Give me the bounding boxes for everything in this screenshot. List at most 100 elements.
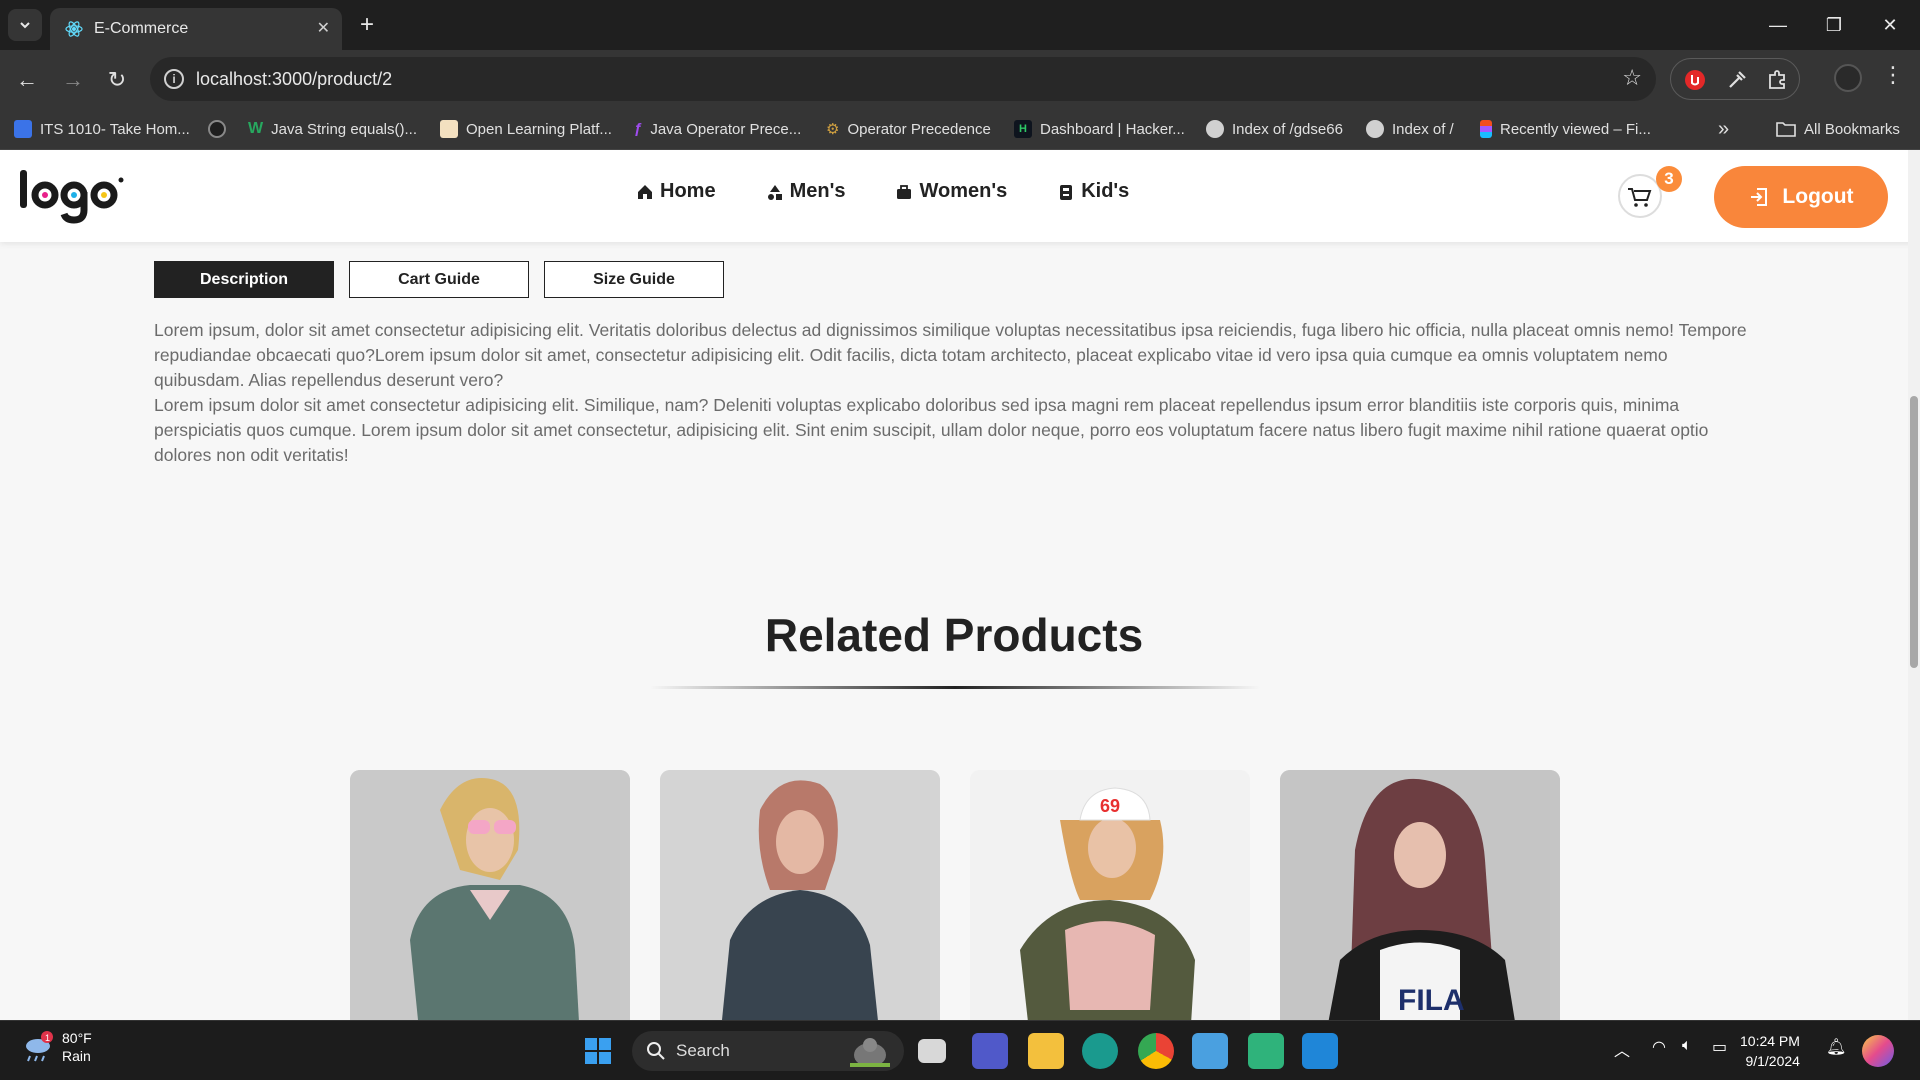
bookmark-item[interactable]: Index of / [1366, 108, 1454, 150]
product-card[interactable]: 69 [970, 770, 1250, 1020]
site-header: Home Men's Women's Kid's 3 Logout [0, 150, 1920, 242]
w3schools-icon: W [248, 120, 264, 137]
person-icon [14, 120, 32, 138]
bookmark-item[interactable]: H Dashboard | Hacker... [1014, 108, 1185, 150]
profile-avatar[interactable] [1834, 64, 1862, 92]
volume-icon[interactable]: 🔈︎ [1682, 1037, 1692, 1055]
site-info-icon[interactable]: i [164, 69, 184, 89]
bookmark-item[interactable]: ⚙ Operator Precedence [826, 108, 991, 150]
description-paragraph: Lorem ipsum dolor sit amet consectetur a… [154, 395, 1709, 465]
svg-text:FILA: FILA [1398, 984, 1465, 1017]
new-tab-button[interactable]: + [352, 10, 382, 40]
photos-icon[interactable] [1192, 1033, 1228, 1069]
address-bar[interactable]: i localhost:3000/product/2 ☆ [150, 57, 1656, 101]
nav-womens[interactable]: Women's [895, 180, 1007, 203]
forward-button[interactable]: → [56, 63, 90, 97]
tab-description[interactable]: Description [154, 261, 334, 298]
main-nav: Home Men's Women's Kid's [636, 180, 1129, 203]
description-paragraph: Lorem ipsum, dolor sit amet consectetur … [154, 320, 1747, 390]
chrome-icon[interactable] [1138, 1033, 1174, 1069]
title-underline [650, 686, 1260, 689]
task-view-icon[interactable] [918, 1039, 946, 1063]
related-products-title: Related Products [764, 609, 1144, 661]
programiz-icon: ƒ [634, 120, 643, 137]
home-icon [638, 184, 652, 199]
rain-cloud-icon: 1 [26, 1031, 53, 1062]
briefcase-icon [897, 184, 912, 199]
tab-size-guide[interactable]: Size Guide [544, 261, 724, 298]
vscode-icon[interactable] [1302, 1033, 1338, 1069]
weather-temp: 80°F [62, 1030, 92, 1046]
windows-start-icon[interactable] [580, 1033, 616, 1069]
cart-icon [1628, 188, 1652, 207]
restore-button[interactable]: ❐ [1814, 10, 1854, 40]
globe-icon [1206, 120, 1224, 138]
logo-mark [20, 170, 124, 224]
browser-tabbar: E-Commerce ✕ + — ❐ ✕ [0, 0, 1920, 50]
github-icon [208, 120, 226, 138]
minimize-button[interactable]: — [1758, 10, 1798, 40]
site-logo[interactable] [18, 164, 130, 234]
teams-icon[interactable] [972, 1033, 1008, 1069]
nav-home[interactable]: Home [636, 180, 716, 203]
browser-toolbar: ← → ↻ i localhost:3000/product/2 ☆ ⋮ [0, 50, 1920, 108]
taskbar-search[interactable]: Search [632, 1031, 904, 1071]
nav-mens[interactable]: Men's [766, 180, 845, 203]
bookmark-item[interactable]: ƒ Java Operator Prece... [634, 108, 801, 150]
back-button[interactable]: ← [10, 63, 44, 97]
bookmark-item[interactable]: W Java String equals()... [248, 108, 417, 150]
globe-icon [1366, 120, 1384, 138]
color-picker-icon[interactable] [1725, 68, 1749, 92]
weather-widget[interactable]: 1 80°F Rain [20, 1029, 92, 1065]
product-card[interactable]: FILA [1280, 770, 1560, 1020]
product-image-woman-puffer-jacket [350, 770, 630, 1020]
page-scrollbar[interactable] [1908, 150, 1920, 1020]
system-clock[interactable]: 10:24 PM 9/1/2024 [1740, 1031, 1800, 1071]
bookmark-item[interactable]: Open Learning Platf... [440, 108, 612, 150]
chevron-down-icon [20, 22, 30, 29]
all-bookmarks-button[interactable]: All Bookmarks [1776, 108, 1900, 150]
figma-icon [1480, 120, 1492, 138]
product-image-girl-wavy-hair: FILA [1280, 770, 1560, 1020]
page-content: Home Men's Women's Kid's 3 Logout Descri… [0, 150, 1920, 1020]
tab-cart-guide[interactable]: Cart Guide [349, 261, 529, 298]
search-icon [647, 1042, 665, 1060]
browser-tab-active[interactable]: E-Commerce ✕ [50, 8, 342, 50]
bookmark-item[interactable]: Recently viewed – Fi... [1480, 108, 1651, 150]
extension-red-icon[interactable] [1683, 68, 1707, 92]
logout-button[interactable]: Logout [1714, 166, 1888, 228]
edge-icon[interactable] [1082, 1033, 1118, 1069]
battery-icon[interactable]: ▭ [1712, 1037, 1727, 1057]
browser-menu-icon[interactable]: ⋮ [1882, 62, 1904, 88]
windows-taskbar: 1 80°F Rain Search ︿ ◠ 🔈︎ ▭ 10:24 PM 9/1… [0, 1020, 1920, 1080]
bookmark-item[interactable]: ITS 1010- Take Hom... [14, 108, 190, 150]
cart-count-badge: 3 [1656, 166, 1682, 192]
product-card[interactable] [660, 770, 940, 1020]
file-explorer-icon[interactable] [1028, 1033, 1064, 1069]
product-card[interactable] [350, 770, 630, 1020]
bookmark-star-icon[interactable]: ☆ [1622, 65, 1642, 91]
tab-search-button[interactable] [8, 9, 42, 41]
related-products-list: 69 FILA [350, 770, 1560, 1020]
puzzle-extensions-icon[interactable] [1765, 68, 1789, 92]
bookmark-item[interactable] [208, 108, 234, 150]
bookmark-item[interactable]: Index of /gdse66 [1206, 108, 1343, 150]
copilot-icon[interactable] [1862, 1035, 1894, 1067]
app-grid-icon[interactable] [1248, 1033, 1284, 1069]
close-window-button[interactable]: ✕ [1870, 10, 1910, 40]
show-hidden-icons-chevron-icon[interactable]: ︿ [1614, 1037, 1630, 1061]
hackerrank-icon: H [1014, 120, 1032, 138]
svg-text:69: 69 [1100, 796, 1120, 816]
close-tab-icon[interactable]: ✕ [317, 18, 330, 38]
badge-icon [1060, 184, 1073, 200]
notification-bell-icon[interactable]: 🔔︎ [1826, 1037, 1846, 1057]
wifi-icon[interactable]: ◠ [1652, 1037, 1666, 1057]
reload-button[interactable]: ↻ [100, 63, 134, 97]
weather-condition: Rain [62, 1048, 91, 1064]
university-crest-icon [440, 120, 458, 138]
tab-title: E-Commerce [94, 20, 189, 37]
nav-kids[interactable]: Kid's [1057, 180, 1129, 203]
product-description: Lorem ipsum, dolor sit amet consectetur … [154, 318, 1754, 468]
more-bookmarks-icon[interactable]: » [1718, 108, 1729, 150]
scrollbar-thumb[interactable] [1910, 396, 1918, 668]
